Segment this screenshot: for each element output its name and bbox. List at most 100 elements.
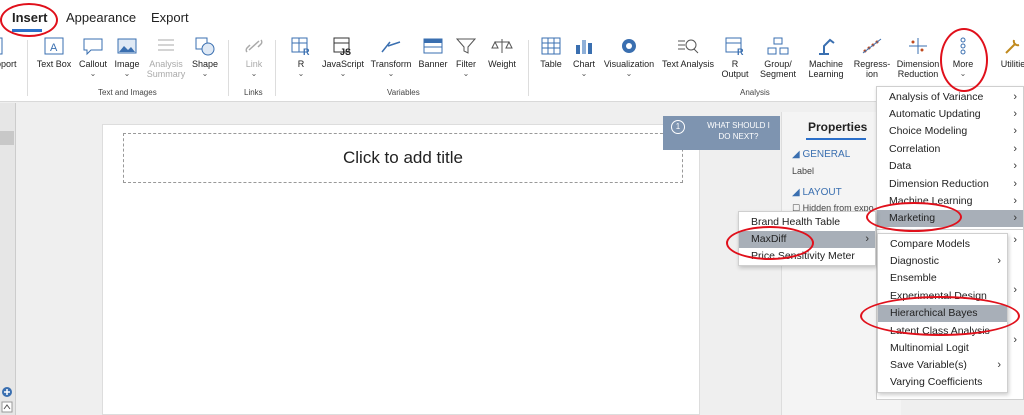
- filter-button[interactable]: Filter ⌄: [454, 36, 478, 79]
- tab-bar: Insert Appearance Export: [0, 0, 1024, 34]
- title-placeholder[interactable]: Click to add title: [123, 133, 683, 183]
- text-box-button[interactable]: A Text Box: [36, 36, 72, 69]
- menu-item-multinomial-logit[interactable]: Multinomial Logit: [878, 340, 1007, 357]
- text-analysis-label: Text Analysis: [661, 59, 715, 69]
- regression-button[interactable]: Regress- ion: [852, 36, 892, 79]
- add-page-icon[interactable]: [1, 386, 13, 414]
- javascript-button[interactable]: JS JavaScript ⌄: [320, 36, 366, 79]
- menu-item-choice-modeling[interactable]: Choice Modeling ›: [877, 123, 1023, 140]
- machine-learning-button[interactable]: Machine Learning: [804, 36, 848, 79]
- slide-canvas[interactable]: Click to add title: [102, 124, 700, 415]
- separator: [275, 40, 276, 96]
- tab-appearance[interactable]: Appearance: [66, 10, 136, 25]
- general-section[interactable]: ◢ GENERAL: [792, 149, 850, 160]
- text-analysis-button[interactable]: Text Analysis: [660, 36, 716, 69]
- link-label: Link: [245, 59, 263, 69]
- step-number-badge: 1: [671, 120, 685, 134]
- menu-item-analysis-of-variance[interactable]: Analysis of Variance ›: [877, 89, 1023, 106]
- banner-label: Banner: [418, 59, 448, 69]
- image-button[interactable]: Image ⌄: [112, 36, 142, 79]
- menu-item-data[interactable]: Data ›: [877, 158, 1023, 175]
- menu-item-dimension-reduction[interactable]: Dimension Reduction ›: [877, 176, 1023, 193]
- properties-title: Properties: [808, 120, 868, 134]
- more-menu: Analysis of Variance › Automatic Updating…: [876, 86, 1024, 230]
- callout-button[interactable]: Callout ⌄: [77, 36, 109, 79]
- chevron-right-icon: ›: [1013, 91, 1017, 103]
- menu-item-marketing[interactable]: Marketing ›: [877, 210, 1023, 227]
- export-icon: [0, 36, 18, 56]
- table-label: Table: [540, 59, 562, 69]
- weight-button[interactable]: Weight: [485, 36, 519, 69]
- chevron-right-icon: ›: [1013, 212, 1017, 224]
- shape-button[interactable]: Shape ⌄: [190, 36, 220, 79]
- segment-icon: [767, 36, 789, 56]
- chevron-right-icon: ›: [1013, 195, 1017, 207]
- machine-learning-label: Machine Learning: [808, 59, 844, 79]
- svg-text:A: A: [50, 42, 58, 54]
- r-button[interactable]: R R ⌄: [288, 36, 314, 79]
- transform-button[interactable]: Transform ⌄: [370, 36, 412, 79]
- menu-item-save-variables[interactable]: Save Variable(s) ›: [878, 357, 1007, 374]
- maxdiff-submenu: Compare Models Diagnostic › Ensemble Expe…: [877, 233, 1008, 393]
- r-output-label: R Output: [721, 59, 749, 79]
- chart-label: Chart: [572, 59, 595, 69]
- weight-label: Weight: [488, 59, 516, 69]
- more-button[interactable]: More ⌄: [948, 36, 978, 79]
- menu-item-hierarchical-bayes[interactable]: Hierarchical Bayes: [878, 305, 1007, 322]
- shape-label: Shape: [191, 59, 219, 69]
- chevron-right-icon: ›: [865, 233, 869, 245]
- group-segment-label: Group/ Segment: [759, 59, 797, 79]
- table-icon: [540, 36, 562, 56]
- chart-button[interactable]: Chart ⌄: [570, 36, 598, 79]
- r-output-button[interactable]: R R Output: [719, 36, 751, 79]
- menu-item-varying-coefficients[interactable]: Varying Coefficients: [878, 374, 1007, 391]
- tab-export[interactable]: Export: [151, 10, 189, 25]
- slide-thumbnail[interactable]: [0, 131, 14, 145]
- what-should-i-do-next-button[interactable]: 1 WHAT SHOULD I DO NEXT?: [663, 116, 780, 150]
- menu-item-price-sensitivity-meter[interactable]: Price Sensitivity Meter: [739, 248, 875, 265]
- chevron-right-icon: ›: [1013, 143, 1017, 155]
- menu-item-correlation[interactable]: Correlation ›: [877, 141, 1023, 158]
- tab-insert[interactable]: Insert: [12, 10, 47, 25]
- chevron-right-icon: ›: [1013, 234, 1017, 246]
- ribbon: oport A Text Box Callout⌄ Image⌄ Analysi…: [0, 34, 1024, 102]
- r-table-icon: R: [290, 36, 312, 57]
- menu-item-experimental-design[interactable]: Experimental Design: [878, 288, 1007, 305]
- analysis-summary-button[interactable]: Analysis Summary: [146, 36, 186, 79]
- r-output-icon: R: [724, 36, 746, 57]
- utilities-label: Utilitie: [1000, 59, 1024, 69]
- menu-item-brand-health-table[interactable]: Brand Health Table: [739, 214, 875, 231]
- chevron-right-icon: ›: [1013, 125, 1017, 137]
- dimension-reduction-button[interactable]: Dimension Reduction: [894, 36, 942, 79]
- menu-item-latent-class-analysis[interactable]: Latent Class Analysis: [878, 323, 1007, 340]
- visualization-label: Visualization: [603, 59, 655, 69]
- chevron-right-icon: ›: [1013, 160, 1017, 172]
- group-label-variables: Variables: [387, 88, 420, 97]
- export-button[interactable]: oport: [0, 36, 18, 69]
- group-label-links: Links: [244, 88, 263, 97]
- menu-item-maxdiff[interactable]: MaxDiff ›: [739, 231, 875, 248]
- text-analysis-icon: [677, 36, 699, 56]
- filter-icon: [455, 36, 477, 56]
- table-button[interactable]: Table: [538, 36, 564, 69]
- group-segment-button[interactable]: Group/ Segment: [754, 36, 802, 79]
- banner-button[interactable]: Banner: [417, 36, 449, 69]
- menu-item-ensemble[interactable]: Ensemble: [878, 270, 1007, 287]
- robot-arm-icon: [815, 36, 837, 56]
- svg-text:R: R: [737, 47, 744, 56]
- chevron-right-icon: ›: [1013, 284, 1017, 296]
- wrench-icon: [1002, 36, 1024, 56]
- more-label: More: [952, 59, 974, 69]
- menu-item-automatic-updating[interactable]: Automatic Updating ›: [877, 106, 1023, 123]
- menu-item-diagnostic[interactable]: Diagnostic ›: [878, 253, 1007, 270]
- menu-item-compare-models[interactable]: Compare Models: [878, 236, 1007, 253]
- utilities-button[interactable]: Utilitie: [998, 36, 1024, 69]
- visualization-button[interactable]: Visualization ⌄: [603, 36, 655, 79]
- r-label: R: [297, 59, 305, 69]
- image-icon: [116, 36, 138, 56]
- layout-section[interactable]: ◢ LAYOUT: [792, 187, 842, 198]
- regression-label: Regress- ion: [853, 59, 891, 79]
- banner-icon: [422, 36, 444, 56]
- menu-item-machine-learning[interactable]: Machine Learning ›: [877, 193, 1023, 210]
- link-button[interactable]: Link ⌄: [240, 36, 268, 79]
